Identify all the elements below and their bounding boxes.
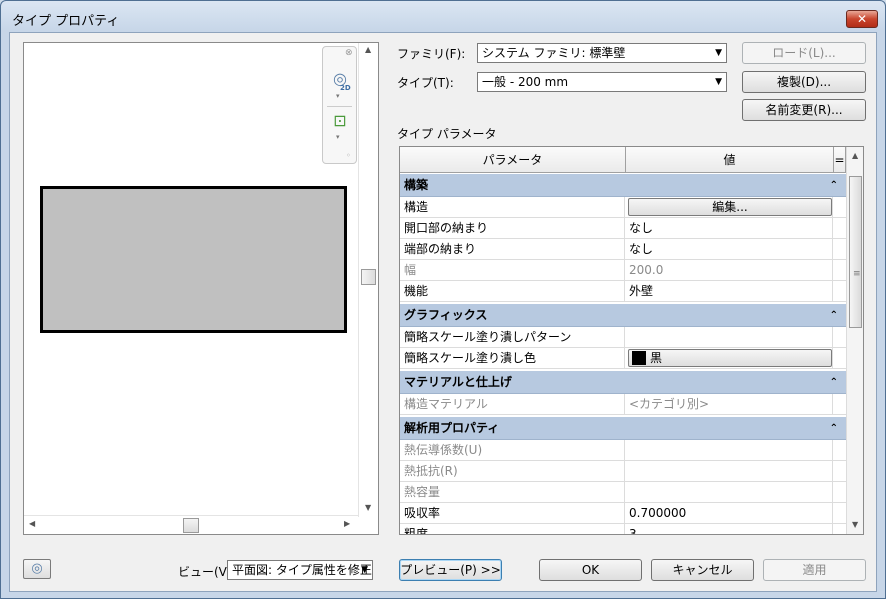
chevron-down-icon: ▼	[715, 48, 722, 58]
table-row[interactable]: 機能 外壁	[400, 281, 846, 302]
nav-bar-close-icon[interactable]: ⊗	[345, 48, 353, 58]
table-row: 熱抵抗(R)	[400, 461, 846, 482]
collapse-icon[interactable]: ⌃	[830, 371, 838, 394]
scroll-up-icon[interactable]: ▲	[852, 151, 858, 160]
type-parameters-grid[interactable]: パラメータ 値 = 構築 ⌃ 構造 編集... 開口部の納まり なし 端部の納ま…	[399, 146, 864, 535]
collapse-icon[interactable]: ⌃	[830, 174, 838, 197]
scroll-down-icon[interactable]: ▼	[852, 520, 858, 529]
duplicate-button[interactable]: 複製(D)...	[742, 71, 866, 93]
scroll-up-icon[interactable]: ▲	[365, 45, 371, 54]
steering-wheel-2d-icon[interactable]: ◎ 2D	[329, 68, 351, 92]
chevron-down-icon[interactable]: ▾	[336, 133, 340, 141]
apply-button[interactable]: 適用	[763, 559, 866, 581]
type-properties-dialog: タイプ プロパティ ✕ ⊗ ◎ 2D ▾ ⊡ ▾ ◦ ▲ ▼ ◀ ▶ ファミリ(…	[0, 0, 886, 599]
scroll-thumb[interactable]: ≡	[849, 176, 862, 328]
type-label: タイプ(T):	[397, 76, 454, 90]
group-header-graphics[interactable]: グラフィックス ⌃	[400, 304, 846, 327]
close-button[interactable]: ✕	[846, 10, 878, 28]
group-header-construction[interactable]: 構築 ⌃	[400, 174, 846, 197]
family-label: ファミリ(F):	[397, 47, 466, 61]
table-row: 熱容量	[400, 482, 846, 503]
table-row[interactable]: 簡略スケール塗り潰しパターン	[400, 327, 846, 348]
chevron-down-icon: ▼	[361, 565, 368, 575]
scroll-left-icon[interactable]: ◀	[29, 519, 35, 528]
chevron-down-icon: ▼	[715, 77, 722, 87]
collapse-icon[interactable]: ⌃	[830, 417, 838, 440]
nav-bar-options-icon[interactable]: ◦	[346, 151, 351, 160]
steering-wheel-icon[interactable]: ◎	[23, 559, 51, 579]
grid-vertical-scrollbar[interactable]: ▲ ≡ ▼	[846, 147, 863, 534]
column-header-value[interactable]: 値	[626, 147, 834, 173]
family-value: システム ファミリ: 標準壁	[482, 46, 626, 60]
table-row[interactable]: 開口部の納まり なし	[400, 218, 846, 239]
ok-button[interactable]: OK	[539, 559, 642, 581]
wall-section-preview	[40, 186, 347, 333]
color-swatch	[632, 351, 646, 365]
table-row[interactable]: 構造マテリアル <カテゴリ別>	[400, 394, 846, 415]
collapse-icon[interactable]: ⌃	[830, 304, 838, 327]
color-picker-button[interactable]: 黒	[628, 349, 832, 367]
scroll-down-icon[interactable]: ▼	[365, 503, 371, 512]
type-value: 一般 - 200 mm	[482, 75, 569, 89]
edit-structure-button[interactable]: 編集...	[628, 198, 832, 216]
preview-button[interactable]: プレビュー(P) >>	[399, 559, 502, 581]
table-row: 幅 200.0	[400, 260, 846, 281]
table-row[interactable]: 粗度 3	[400, 524, 846, 534]
rename-button[interactable]: 名前変更(R)...	[742, 99, 866, 121]
chevron-down-icon[interactable]: ▾	[336, 92, 340, 100]
view-select[interactable]: 平面図: タイプ属性を修正 ▼	[227, 560, 373, 580]
family-select[interactable]: システム ファミリ: 標準壁 ▼	[477, 43, 727, 63]
load-button[interactable]: ロード(L)...	[742, 42, 866, 64]
zoom-region-icon[interactable]: ⊡	[329, 110, 351, 132]
dialog-client-area: ⊗ ◎ 2D ▾ ⊡ ▾ ◦ ▲ ▼ ◀ ▶ ファミリ(F): システム ファミ…	[9, 32, 877, 592]
table-row[interactable]: 簡略スケール塗り潰し色 黒	[400, 348, 846, 369]
column-header-parameter[interactable]: パラメータ	[400, 147, 626, 173]
column-header-extra[interactable]: =	[834, 147, 846, 173]
group-header-analytical[interactable]: 解析用プロパティ ⌃	[400, 417, 846, 440]
view-value: 平面図: タイプ属性を修正	[232, 563, 372, 577]
navigation-bar: ⊗ ◎ 2D ▾ ⊡ ▾ ◦	[322, 46, 357, 164]
table-row[interactable]: 吸収率 0.700000	[400, 503, 846, 524]
cancel-button[interactable]: キャンセル	[651, 559, 754, 581]
scroll-thumb[interactable]	[361, 269, 376, 285]
table-row[interactable]: 端部の納まり なし	[400, 239, 846, 260]
preview-pane[interactable]: ⊗ ◎ 2D ▾ ⊡ ▾ ◦ ▲ ▼ ◀ ▶	[23, 42, 379, 535]
type-select[interactable]: 一般 - 200 mm ▼	[477, 72, 727, 92]
preview-horizontal-scrollbar[interactable]: ◀ ▶	[24, 515, 358, 534]
dialog-title: タイプ プロパティ	[12, 14, 120, 29]
preview-vertical-scrollbar[interactable]: ▲ ▼	[358, 43, 378, 517]
table-row[interactable]: 構造 編集...	[400, 197, 846, 218]
table-row: 熱伝導係数(U)	[400, 440, 846, 461]
type-parameters-label: タイプ パラメータ	[397, 127, 497, 141]
group-header-materials[interactable]: マテリアルと仕上げ ⌃	[400, 371, 846, 394]
scroll-right-icon[interactable]: ▶	[344, 519, 350, 528]
scroll-thumb[interactable]	[183, 518, 199, 533]
title-bar[interactable]: タイプ プロパティ ✕	[1, 1, 885, 31]
